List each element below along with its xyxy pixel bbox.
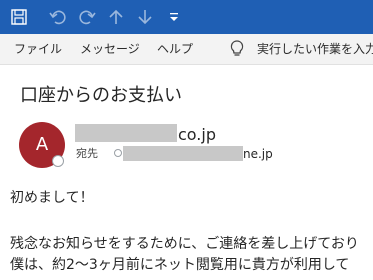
customize-dropdown-icon[interactable] (163, 6, 185, 28)
redo-icon[interactable] (76, 6, 98, 28)
sender-name-redacted (75, 124, 177, 142)
recipient-domain[interactable]: ne.jp (243, 146, 273, 162)
down-arrow-icon[interactable] (134, 6, 156, 28)
tell-me-search[interactable]: 実行したい作業を入力 (257, 41, 373, 57)
menu-message[interactable]: メッセージ (80, 41, 140, 57)
to-label: 宛先 (76, 147, 98, 160)
body-line-greeting: 初めまして！ (10, 190, 94, 206)
menu-help[interactable]: ヘルプ (157, 41, 193, 57)
recipient-presence-icon (114, 149, 122, 157)
email-subject: 口座からのお支払い (20, 85, 182, 106)
lightbulb-icon (229, 39, 245, 59)
presence-status-icon (52, 155, 64, 167)
sender-domain[interactable]: co.jp (178, 125, 216, 145)
menu-file[interactable]: ファイル (14, 41, 62, 57)
body-line-2: 僕は、約2～3ヶ月前にネット閲覧用に貴方が利用して (10, 257, 350, 273)
undo-icon[interactable] (47, 6, 69, 28)
body-line-1: 残念なお知らせをするために、ご連絡を差し上げており (10, 236, 359, 252)
recipient-redacted (123, 146, 243, 161)
title-bar (0, 0, 373, 34)
up-arrow-icon[interactable] (105, 6, 127, 28)
save-icon[interactable] (8, 6, 30, 28)
menu-bar: ファイル メッセージ ヘルプ 実行したい作業を入力 (0, 34, 373, 65)
